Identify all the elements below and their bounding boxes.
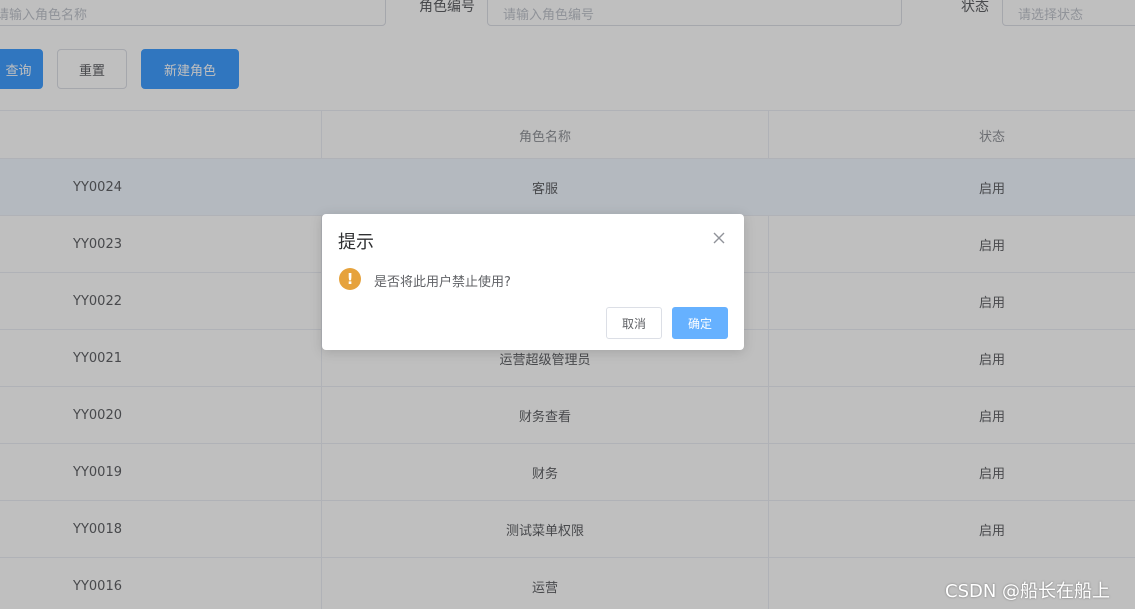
cancel-button-label: 取消 <box>621 316 646 331</box>
confirm-dialog: 提示 ! 是否将此用户禁止使用? 取消 确定 <box>322 214 744 350</box>
cancel-button[interactable]: 取消 <box>606 307 662 339</box>
close-icon[interactable] <box>711 230 727 246</box>
warning-icon: ! <box>339 268 361 290</box>
confirm-button-label: 确定 <box>687 316 712 331</box>
dialog-message: 是否将此用户禁止使用? <box>374 275 511 290</box>
watermark: CSDN @船长在船上 <box>945 581 1111 602</box>
confirm-button[interactable]: 确定 <box>672 307 728 339</box>
dialog-title: 提示 <box>338 232 374 253</box>
